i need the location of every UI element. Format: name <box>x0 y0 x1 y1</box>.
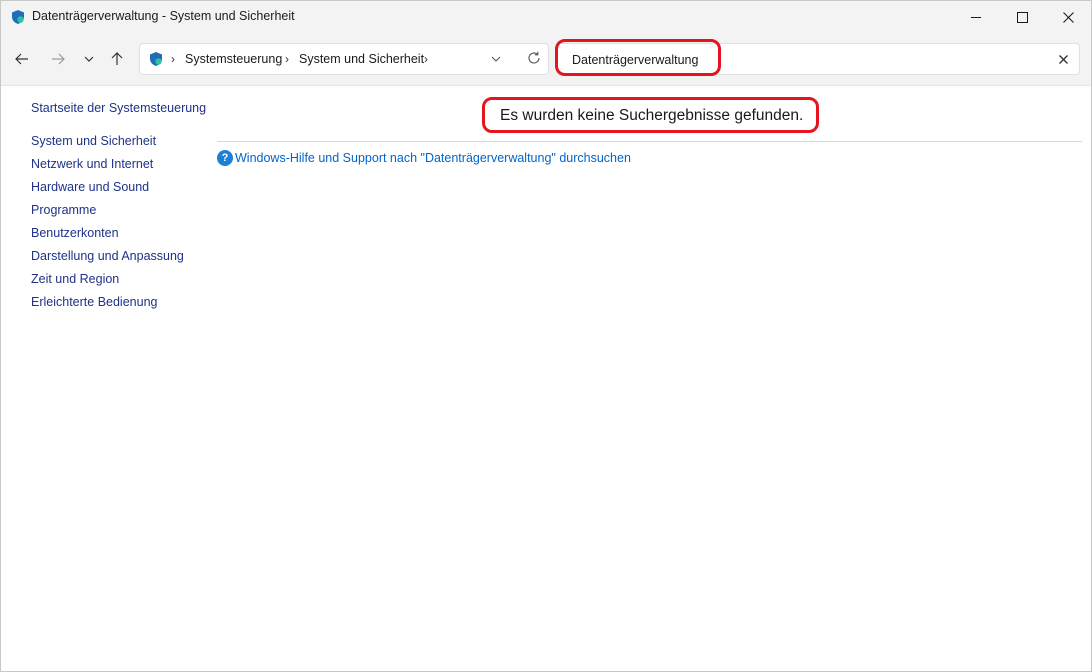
refresh-button[interactable] <box>523 47 545 69</box>
close-icon <box>1058 54 1068 64</box>
sidebar-home-link[interactable]: Startseite der Systemsteuerung <box>31 101 206 115</box>
up-button[interactable] <box>105 47 129 71</box>
search-value: Datenträgerverwaltung <box>572 53 699 67</box>
sidebar-item-system-und-sicherheit[interactable]: System und Sicherheit <box>31 134 156 148</box>
arrow-left-icon <box>15 53 28 65</box>
search-input[interactable]: Datenträgerverwaltung <box>556 43 1080 75</box>
chevron-right-icon[interactable]: › <box>171 52 175 66</box>
minimize-button[interactable] <box>953 1 999 33</box>
sidebar-item-zeit-und-region[interactable]: Zeit und Region <box>31 272 119 286</box>
arrow-right-icon <box>52 53 65 65</box>
sidebar-item-darstellung-und-anpassung[interactable]: Darstellung und Anpassung <box>31 249 184 263</box>
breadcrumb-systemsteuerung[interactable]: Systemsteuerung <box>185 52 282 66</box>
no-results-message: Es wurden keine Suchergebnisse gefunden. <box>500 107 804 124</box>
sidebar-item-hardware-und-sound[interactable]: Hardware und Sound <box>31 180 149 194</box>
back-button[interactable] <box>10 47 34 71</box>
refresh-icon <box>528 51 540 64</box>
sidebar-item-netzwerk-und-internet[interactable]: Netzwerk und Internet <box>31 157 153 171</box>
title-bar[interactable]: Datenträgerverwaltung - System und Siche… <box>1 1 1091 33</box>
help-icon: ? <box>217 150 233 166</box>
navigation-bar: › Systemsteuerung › System und Sicherhei… <box>1 33 1091 86</box>
control-panel-window: Datenträgerverwaltung - System und Siche… <box>0 0 1092 672</box>
clear-search-button[interactable] <box>1055 51 1071 67</box>
chevron-right-icon[interactable]: › <box>285 52 289 66</box>
sidebar-item-programme[interactable]: Programme <box>31 203 96 217</box>
chevron-down-icon <box>84 56 94 62</box>
chevron-down-icon[interactable] <box>490 53 502 65</box>
address-bar[interactable]: › Systemsteuerung › System und Sicherhei… <box>139 43 549 75</box>
help-search-link[interactable]: Windows-Hilfe und Support nach "Datenträ… <box>235 151 631 165</box>
recent-locations-button[interactable] <box>77 47 101 71</box>
sidebar-item-benutzerkonten[interactable]: Benutzerkonten <box>31 226 119 240</box>
maximize-icon <box>1016 11 1028 23</box>
arrow-up-icon <box>111 52 123 65</box>
close-button[interactable] <box>1045 1 1091 33</box>
minimize-icon <box>971 17 981 18</box>
breadcrumb-system-und-sicherheit[interactable]: System und Sicherheit <box>299 52 424 66</box>
control-panel-shield-icon <box>12 10 24 24</box>
window-title: Datenträgerverwaltung - System und Siche… <box>32 9 295 23</box>
divider <box>217 141 1082 142</box>
maximize-button[interactable] <box>999 1 1045 33</box>
forward-button[interactable] <box>46 47 70 71</box>
chevron-right-icon[interactable]: › <box>424 52 428 66</box>
close-icon <box>1062 11 1074 23</box>
control-panel-shield-icon <box>150 52 162 66</box>
sidebar-item-erleichterte-bedienung[interactable]: Erleichterte Bedienung <box>31 295 157 309</box>
